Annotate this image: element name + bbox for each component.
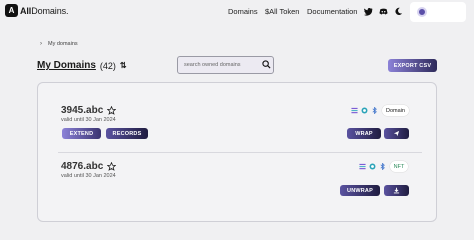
bluetooth-icon — [372, 107, 377, 114]
discord-icon[interactable] — [379, 7, 388, 16]
logo-text: AllDomains. — [20, 5, 69, 16]
unwrap-button[interactable]: UNWRAP — [340, 185, 380, 196]
send-icon — [393, 130, 400, 137]
solana-icon — [351, 107, 358, 114]
breadcrumb: › My domains — [40, 41, 78, 47]
download-icon — [393, 187, 400, 194]
wrap-button[interactable]: WRAP — [347, 128, 381, 139]
nav-docs-link[interactable]: Documentation — [307, 7, 357, 16]
search-input[interactable] — [177, 56, 274, 74]
export-csv-button[interactable]: EXPORT CSV — [388, 59, 437, 72]
records-button[interactable]: RECORDS — [106, 128, 148, 139]
domain-tag: Domain — [382, 105, 409, 116]
send-button[interactable] — [384, 128, 409, 139]
domain-card: 4876.abc valid until 30 Jan 2024 NFT UNW… — [50, 156, 422, 206]
top-bar: A AllDomains. Domains $All Token Documen… — [0, 0, 474, 25]
logo-mark: A — [5, 4, 18, 17]
twitter-icon[interactable] — [364, 7, 373, 16]
chain-circle-icon — [361, 107, 368, 114]
nav-token-link[interactable]: $All Token — [265, 7, 299, 16]
solana-icon — [359, 163, 366, 170]
bluetooth-icon — [380, 163, 385, 170]
star-icon[interactable] — [107, 162, 116, 171]
domain-count: (42) — [99, 60, 116, 71]
chevron-right-icon: › — [40, 41, 42, 47]
divider — [58, 152, 422, 153]
search-icon[interactable] — [262, 60, 271, 69]
valid-until: valid until 30 Jan 2024 — [61, 117, 116, 123]
extend-button[interactable]: EXTEND — [62, 128, 101, 139]
breadcrumb-current[interactable]: My domains — [48, 41, 78, 47]
page-title-text: My Domains — [37, 60, 96, 71]
domain-name[interactable]: 4876.abc — [61, 161, 103, 172]
download-button[interactable] — [384, 185, 409, 196]
domain-card: 3945.abc valid until 30 Jan 2024 EXTEND … — [50, 100, 422, 150]
nav-domains-link[interactable]: Domains — [228, 7, 258, 16]
wallet-avatar-icon — [417, 7, 427, 17]
logo[interactable]: A AllDomains. — [5, 4, 69, 17]
domain-name[interactable]: 3945.abc — [61, 105, 103, 116]
valid-until: valid until 30 Jan 2024 — [61, 173, 116, 179]
theme-toggle-icon[interactable] — [394, 7, 403, 16]
wallet-button[interactable] — [410, 2, 466, 22]
page-title: My Domains (42) ⇅ — [37, 60, 127, 71]
star-icon[interactable] — [107, 106, 116, 115]
refresh-icon[interactable]: ⇅ — [120, 61, 127, 70]
chain-circle-icon — [369, 163, 376, 170]
nft-tag: NFT — [390, 161, 408, 172]
